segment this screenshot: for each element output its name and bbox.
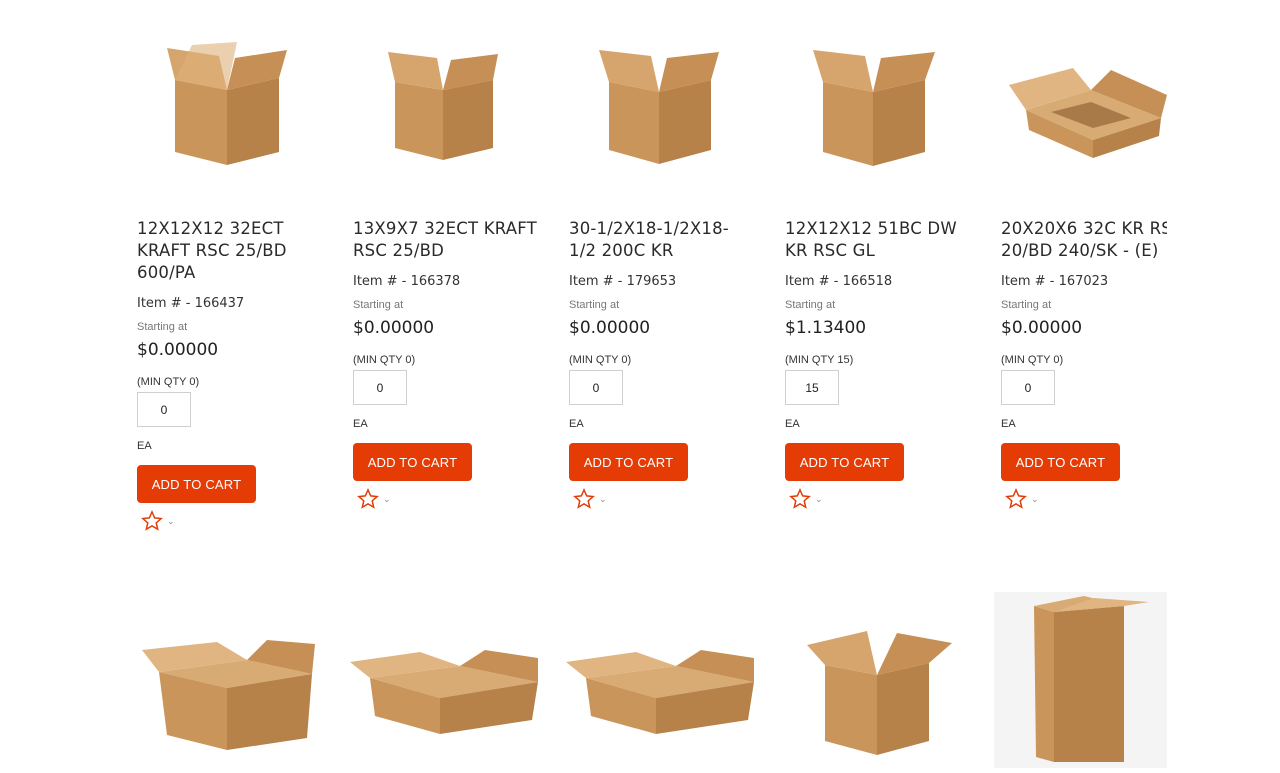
item-number: Item # - 166437 xyxy=(137,296,245,311)
starting-at-label: Starting at xyxy=(569,299,620,311)
quantity-input[interactable] xyxy=(137,392,191,427)
unit-of-measure: EA xyxy=(569,418,584,430)
star-icon xyxy=(1005,488,1027,509)
product-image[interactable] xyxy=(566,648,756,740)
product-grid: 12X12X12 32ECT KRAFT RSC 25/BD 600/PA It… xyxy=(137,0,1167,768)
add-to-cart-button[interactable]: ADD TO CART xyxy=(137,465,256,503)
starting-at-label: Starting at xyxy=(1001,299,1052,311)
starting-at-label: Starting at xyxy=(785,299,836,311)
chevron-down-icon: ⌄ xyxy=(167,515,175,526)
favorite-toggle[interactable]: ⌄ xyxy=(789,488,833,510)
cardboard-box-icon xyxy=(813,50,935,166)
star-icon xyxy=(573,488,595,509)
add-to-cart-button[interactable]: ADD TO CART xyxy=(569,443,688,481)
favorite-toggle[interactable]: ⌄ xyxy=(357,488,401,510)
product-image[interactable] xyxy=(797,625,957,765)
add-to-cart-button[interactable]: ADD TO CART xyxy=(785,443,904,481)
product-image[interactable] xyxy=(785,30,965,180)
min-qty-label: (MIN QTY 15) xyxy=(785,354,854,366)
item-number: Item # - 166518 xyxy=(785,274,893,289)
star-icon xyxy=(357,488,379,509)
price: $0.00000 xyxy=(137,340,219,360)
min-qty-label: (MIN QTY 0) xyxy=(569,354,632,366)
unit-of-measure: EA xyxy=(353,418,368,430)
product-card: 12X12X12 51BC DW KR RSC GL Item # - 1665… xyxy=(785,0,981,540)
starting-at-label: Starting at xyxy=(137,321,188,333)
product-title[interactable]: 12X12X12 51BC DW KR RSC GL xyxy=(785,218,985,262)
price: $1.13400 xyxy=(785,318,867,338)
product-image[interactable] xyxy=(569,30,749,180)
chevron-down-icon: ⌄ xyxy=(1031,493,1039,504)
add-to-cart-button[interactable]: ADD TO CART xyxy=(1001,443,1120,481)
product-image[interactable] xyxy=(350,648,540,740)
price: $0.00000 xyxy=(1001,318,1083,338)
min-qty-label: (MIN QTY 0) xyxy=(1001,354,1064,366)
star-icon xyxy=(789,488,811,509)
product-card: 12X12X12 32ECT KRAFT RSC 25/BD 600/PA It… xyxy=(137,0,333,540)
min-qty-label: (MIN QTY 0) xyxy=(137,376,200,388)
item-number: Item # - 167023 xyxy=(1001,274,1109,289)
cardboard-box-icon xyxy=(167,42,287,165)
min-qty-label: (MIN QTY 0) xyxy=(353,354,416,366)
cardboard-box-icon xyxy=(807,631,952,755)
product-image[interactable] xyxy=(137,30,317,180)
cardboard-box-icon xyxy=(142,640,315,750)
quantity-input[interactable] xyxy=(353,370,407,405)
favorite-toggle[interactable]: ⌄ xyxy=(573,488,617,510)
product-title[interactable]: 13X9X7 32ECT KRAFT RSC 25/BD xyxy=(353,218,553,262)
product-image[interactable] xyxy=(353,30,533,180)
product-title[interactable]: 12X12X12 32ECT KRAFT RSC 25/BD 600/PA xyxy=(137,218,337,284)
quantity-input[interactable] xyxy=(785,370,839,405)
chevron-down-icon: ⌄ xyxy=(599,493,607,504)
starting-at-label: Starting at xyxy=(353,299,404,311)
cardboard-box-icon xyxy=(599,50,719,164)
product-title[interactable]: 30-1/2X18-1/2X18- 1/2 200C KR xyxy=(569,218,769,262)
cardboard-box-icon xyxy=(388,52,498,160)
add-to-cart-button[interactable]: ADD TO CART xyxy=(353,443,472,481)
chevron-down-icon: ⌄ xyxy=(383,493,391,504)
chevron-down-icon: ⌄ xyxy=(815,493,823,504)
unit-of-measure: EA xyxy=(785,418,800,430)
favorite-toggle[interactable]: ⌄ xyxy=(1005,488,1049,510)
product-card: 13X9X7 32ECT KRAFT RSC 25/BD Item # - 16… xyxy=(353,0,549,540)
star-icon xyxy=(141,510,163,531)
product-title[interactable]: 20X20X6 32C KR RSC 20/BD 240/SK - (E) xyxy=(1001,218,1167,262)
item-number: Item # - 179653 xyxy=(569,274,677,289)
product-card: 30-1/2X18-1/2X18- 1/2 200C KR Item # - 1… xyxy=(569,0,765,540)
favorite-toggle[interactable]: ⌄ xyxy=(141,510,185,532)
quantity-input[interactable] xyxy=(1001,370,1055,405)
product-image[interactable] xyxy=(994,592,1167,768)
product-card: 20X20X6 32C KR RSC 20/BD 240/SK - (E) It… xyxy=(1001,0,1167,540)
unit-of-measure: EA xyxy=(137,440,152,452)
product-image[interactable] xyxy=(137,630,317,760)
item-number: Item # - 166378 xyxy=(353,274,461,289)
price: $0.00000 xyxy=(569,318,651,338)
cardboard-box-icon xyxy=(1009,68,1167,158)
product-image[interactable] xyxy=(1001,30,1167,180)
unit-of-measure: EA xyxy=(1001,418,1016,430)
cardboard-box-icon xyxy=(350,650,538,734)
price: $0.00000 xyxy=(353,318,435,338)
cardboard-box-icon xyxy=(1034,596,1149,762)
cardboard-box-icon xyxy=(566,650,754,734)
quantity-input[interactable] xyxy=(569,370,623,405)
